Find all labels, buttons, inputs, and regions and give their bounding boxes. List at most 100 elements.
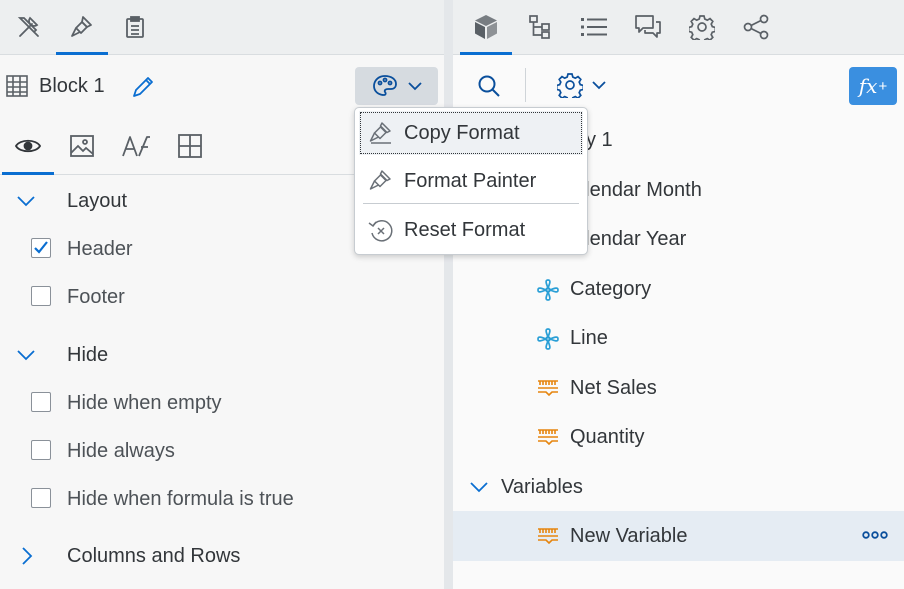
tab-share[interactable]	[730, 0, 782, 54]
tab-objects[interactable]	[460, 0, 512, 55]
hide-when-formula-checkbox[interactable]	[31, 488, 51, 508]
hierarchy-icon	[529, 15, 551, 39]
menu-item-label: Format Painter	[404, 170, 537, 192]
reset-format-icon	[368, 218, 394, 244]
menu-separator	[363, 203, 579, 204]
tree-item-label: Quantity	[570, 426, 645, 448]
tree-item-label: alendar Month	[574, 179, 702, 201]
chevron-down-icon	[16, 345, 36, 365]
tree-variables-label: Variables	[501, 476, 583, 498]
measure-icon	[537, 380, 559, 396]
search-icon[interactable]	[477, 74, 501, 98]
dimension-icon	[537, 328, 559, 350]
tab-tools[interactable]	[3, 0, 55, 54]
chevron-down-icon	[592, 80, 606, 90]
table-grid-icon	[6, 75, 28, 97]
tree-item-label: New Variable	[570, 525, 688, 547]
tab-layout[interactable]	[164, 118, 216, 174]
footer-checkbox[interactable]	[31, 286, 51, 306]
hide-when-formula-row[interactable]: Hide when formula is true	[0, 475, 444, 523]
section-hide-header[interactable]: Hide	[0, 331, 444, 379]
fx-plus: +	[878, 77, 888, 95]
measure-icon	[537, 429, 559, 445]
footer-label: Footer	[67, 286, 125, 308]
formula-editor-button[interactable]: fx +	[849, 67, 897, 105]
menu-item-label: Copy Format	[404, 122, 520, 144]
block-title: Block 1	[39, 75, 105, 97]
hide-always-checkbox[interactable]	[31, 440, 51, 460]
left-panel: Block 1 Layout Header Footer Hide Hide w…	[0, 0, 444, 589]
format-brush-icon	[69, 14, 95, 40]
tree-variables-folder[interactable]: Variables	[453, 462, 904, 512]
fx-label: fx	[858, 74, 878, 98]
comments-icon	[635, 15, 661, 39]
more-options-icon[interactable]	[862, 530, 888, 540]
tab-settings[interactable]	[676, 0, 728, 54]
tree-item-label: Category	[570, 278, 652, 300]
hide-when-empty-row[interactable]: Hide when empty	[0, 379, 444, 427]
panel-splitter[interactable]	[444, 0, 453, 589]
chevron-down-icon	[469, 478, 489, 496]
chevron-down-icon	[16, 191, 36, 211]
chevron-right-icon	[18, 546, 38, 566]
section-hide-title: Hide	[67, 343, 109, 366]
tab-list[interactable]	[568, 0, 620, 54]
gear-icon	[557, 72, 583, 98]
menu-item-format-painter[interactable]: Format Painter	[359, 159, 583, 203]
share-icon	[743, 14, 769, 40]
tree-item-net-sales[interactable]: Net Sales	[453, 363, 904, 413]
tree-item-line[interactable]: Line	[453, 313, 904, 363]
eye-icon	[15, 137, 41, 155]
hide-always-row[interactable]: Hide always	[0, 427, 444, 475]
menu-item-copy-format[interactable]: Copy Format	[359, 111, 583, 155]
section-columns-rows-title: Columns and Rows	[67, 544, 241, 567]
tree-query-label: y 1	[586, 129, 613, 151]
measure-icon	[537, 528, 559, 544]
tab-hierarchy[interactable]	[514, 0, 566, 54]
tab-format[interactable]	[56, 0, 108, 55]
format-painter-icon	[368, 169, 394, 193]
settings-menu-button[interactable]	[557, 72, 606, 98]
footer-checkbox-row[interactable]: Footer	[0, 273, 444, 321]
tab-display[interactable]	[2, 118, 54, 175]
section-layout-title: Layout	[67, 189, 128, 212]
list-icon	[581, 17, 607, 37]
tree-item-new-variable[interactable]: New Variable	[453, 511, 904, 561]
toolbar-divider	[525, 68, 526, 102]
text-format-icon	[122, 135, 150, 157]
hide-when-empty-label: Hide when empty	[67, 392, 222, 414]
tree-item-label: alendar Year	[574, 228, 687, 250]
dimension-icon	[537, 279, 559, 301]
image-icon	[70, 135, 94, 157]
edit-pencil-icon[interactable]	[131, 75, 155, 99]
tree-item-category[interactable]: Category	[453, 264, 904, 314]
clipboard-icon	[122, 14, 148, 40]
format-menu-button[interactable]	[355, 67, 438, 105]
hide-when-empty-checkbox[interactable]	[31, 392, 51, 412]
tree-item-label: Net Sales	[570, 377, 657, 399]
menu-item-label: Reset Format	[404, 219, 526, 241]
tab-text-format[interactable]	[110, 118, 162, 174]
left-tab-bar	[0, 0, 444, 55]
tab-comments[interactable]	[622, 0, 674, 54]
tab-clipboard[interactable]	[109, 0, 161, 54]
header-label: Header	[67, 238, 133, 260]
section-columns-rows-header[interactable]: Columns and Rows	[0, 532, 444, 580]
tree-item-quantity[interactable]: Quantity	[453, 412, 904, 462]
gear-icon	[689, 14, 715, 40]
layout-grid-icon	[178, 134, 202, 158]
copy-format-icon	[368, 121, 394, 145]
tab-appearance[interactable]	[56, 118, 108, 174]
format-dropdown-menu: Copy Format Format Painter Reset Format	[354, 107, 588, 255]
menu-item-reset-format[interactable]: Reset Format	[359, 208, 583, 252]
chevron-down-icon	[407, 81, 422, 91]
hide-always-label: Hide always	[67, 440, 175, 462]
tree-item-label: Line	[570, 327, 608, 349]
right-toolbar: fx +	[453, 55, 904, 115]
cube-icon	[474, 14, 498, 40]
header-checkbox[interactable]	[31, 238, 51, 258]
palette-icon	[372, 74, 398, 98]
tools-icon	[16, 14, 42, 40]
right-tab-bar	[453, 0, 904, 55]
hide-when-formula-label: Hide when formula is true	[67, 488, 294, 510]
